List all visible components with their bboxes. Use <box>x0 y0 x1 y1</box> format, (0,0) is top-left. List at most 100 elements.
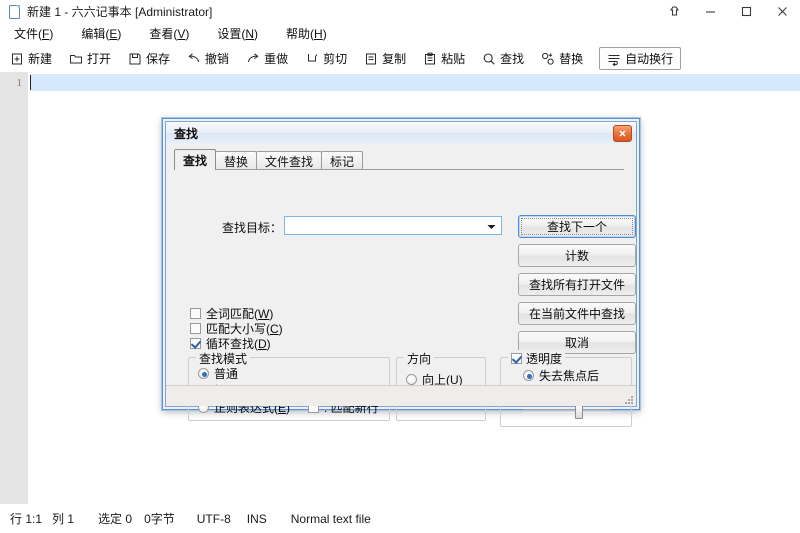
find-dialog-title-bar: 查找 <box>166 122 636 144</box>
undo-arrow-icon <box>187 52 201 66</box>
transparency-title-label: 透明度 <box>526 352 563 366</box>
find-dialog-title: 查找 <box>174 126 199 141</box>
tab-file-search[interactable]: 文件查找 <box>256 151 323 170</box>
status-bytes: 0字节 <box>144 512 175 526</box>
find-in-current-file-label: 在当前文件中查找 <box>528 307 625 321</box>
menu-item-edit[interactable]: 编辑(E) <box>67 25 135 42</box>
toolbar-button-save[interactable]: 保存 <box>121 48 177 69</box>
toolbar-button-find[interactable]: 查找 <box>475 48 531 69</box>
count-button[interactable]: 计数 <box>518 244 636 267</box>
resize-grip[interactable] <box>622 393 633 404</box>
menu-item-settings[interactable]: 设置(N) <box>203 25 272 42</box>
toolbar-button-undo[interactable]: 撤销 <box>180 48 236 69</box>
minimize-icon[interactable] <box>692 0 728 22</box>
radio-direction-up-dot[interactable] <box>406 374 417 385</box>
toolbar-button-replace[interactable]: 替换 <box>534 48 590 69</box>
find-dialog-inner: 查找 查找 替换 文件查找 标记 查找目标： 查找下一个 计数 查找所有打开文件… <box>165 121 637 427</box>
notepad-window: 新建 1 - 六六记事本 [Administrator] 文件(F) 编辑(E)… <box>0 0 800 533</box>
radio-on-losing-focus-dot[interactable] <box>523 370 534 381</box>
tab-replace-label: 替换 <box>224 154 249 169</box>
tab-mark[interactable]: 标记 <box>321 151 364 170</box>
find-dialog: 查找 查找 替换 文件查找 标记 查找目标： 查找下一个 计数 查找所有打开文件… <box>162 118 640 427</box>
checkbox-wrap-around-box[interactable] <box>190 338 201 349</box>
tab-mark-label: 标记 <box>330 154 355 169</box>
radio-on-losing-focus-label: 失去焦点后 <box>539 369 600 383</box>
close-icon[interactable] <box>613 125 632 142</box>
find-next-button[interactable]: 查找下一个 <box>518 215 636 238</box>
tab-find-label: 查找 <box>183 153 208 168</box>
transparency-slider-thumb[interactable] <box>575 404 584 419</box>
paste-clipboard-icon <box>423 52 437 66</box>
copy-icon <box>364 52 378 66</box>
transparency-slider-track <box>523 409 611 413</box>
count-label: 计数 <box>564 249 589 263</box>
status-bar: 行 1:1 列 1 选定 0 0字节 UTF-8 INS Normal text… <box>0 504 800 533</box>
line-number-gutter: 1 <box>0 72 28 504</box>
close-icon[interactable] <box>764 0 800 22</box>
find-target-input[interactable] <box>284 216 502 235</box>
checkbox-whole-word-box[interactable] <box>190 308 201 319</box>
radio-normal-dot[interactable] <box>198 368 209 379</box>
window-controls <box>656 0 800 22</box>
toolbar-label-new: 新建 <box>28 52 53 66</box>
status-selection: 选定 0 <box>98 512 133 526</box>
find-tab-panel: 查找目标： 查找下一个 计数 查找所有打开文件 在当前文件中查找 取消 全词匹配… <box>174 170 636 427</box>
toolbar-label-undo: 撤销 <box>205 52 230 66</box>
status-insert-mode: INS <box>246 511 267 526</box>
checkbox-transparency-box[interactable] <box>511 353 522 364</box>
find-dialog-footer <box>166 385 636 406</box>
find-dialog-body: 查找 替换 文件查找 标记 查找目标： 查找下一个 计数 查找所有打开文件 在当… <box>166 144 636 427</box>
status-file-type: Normal text file <box>290 511 371 526</box>
toolbar-label-cut: 剪切 <box>323 52 348 66</box>
focus-outline <box>521 218 633 235</box>
toolbar-button-paste[interactable]: 粘贴 <box>416 48 472 69</box>
word-wrap-icon <box>607 52 621 66</box>
toolbar-label-paste: 粘贴 <box>441 52 466 66</box>
menu-accel-help: H <box>314 26 323 41</box>
toolbar-label-find: 查找 <box>500 52 525 66</box>
toolbar-button-new[interactable]: 新建 <box>3 48 59 69</box>
title-bar: 新建 1 - 六六记事本 [Administrator] <box>0 0 800 22</box>
pin-icon[interactable] <box>656 0 692 22</box>
direction-title: 方向 <box>404 350 435 367</box>
toolbar: 新建 打开 保存 撤销 重做 剪切 复制 粘贴 查找 替换 自动换行 <box>0 45 800 72</box>
text-caret <box>30 75 31 90</box>
cut-scissors-icon <box>305 52 319 66</box>
toolbar-label-redo: 重做 <box>264 52 289 66</box>
replace-icon <box>541 52 555 66</box>
find-in-current-file-button[interactable]: 在当前文件中查找 <box>518 302 636 325</box>
toolbar-button-redo[interactable]: 重做 <box>239 48 295 69</box>
find-target-label: 查找目标： <box>222 221 283 235</box>
maximize-icon[interactable] <box>728 0 764 22</box>
radio-on-losing-focus[interactable]: 失去焦点后 <box>523 367 599 384</box>
chevron-down-icon[interactable] <box>487 217 496 235</box>
current-line-highlight <box>30 74 800 91</box>
menu-item-view[interactable]: 查看(V) <box>135 25 203 42</box>
toolbar-label-save: 保存 <box>146 52 171 66</box>
menu-label-edit: 编辑( <box>81 26 110 41</box>
transparency-title[interactable]: 透明度 <box>508 350 566 367</box>
menu-label-view: 查看( <box>149 26 178 41</box>
radio-normal[interactable]: 普通 <box>198 365 238 382</box>
menu-item-file[interactable]: 文件(F) <box>0 25 67 42</box>
find-all-open-files-button[interactable]: 查找所有打开文件 <box>518 273 636 296</box>
find-dialog-tabs: 查找 替换 文件查找 标记 <box>174 149 364 170</box>
menu-label-help: 帮助( <box>286 26 315 41</box>
menu-item-help[interactable]: 帮助(H) <box>272 25 341 42</box>
search-icon <box>482 52 496 66</box>
toolbar-button-word-wrap[interactable]: 自动换行 <box>599 47 682 70</box>
open-folder-icon <box>69 52 83 66</box>
save-disk-icon <box>128 52 142 66</box>
checkbox-match-case-box[interactable] <box>190 323 201 334</box>
toolbar-button-copy[interactable]: 复制 <box>357 48 413 69</box>
tab-find[interactable]: 查找 <box>174 149 217 170</box>
toolbar-button-open[interactable]: 打开 <box>62 48 118 69</box>
new-file-icon <box>10 52 24 66</box>
toolbar-label-copy: 复制 <box>382 52 407 66</box>
toolbar-button-cut[interactable]: 剪切 <box>298 48 354 69</box>
status-encoding: UTF-8 <box>196 511 231 526</box>
tab-replace[interactable]: 替换 <box>215 151 258 170</box>
line-number: 1 <box>16 77 23 89</box>
find-all-open-files-label: 查找所有打开文件 <box>528 278 625 292</box>
radio-normal-label: 普通 <box>214 367 239 381</box>
